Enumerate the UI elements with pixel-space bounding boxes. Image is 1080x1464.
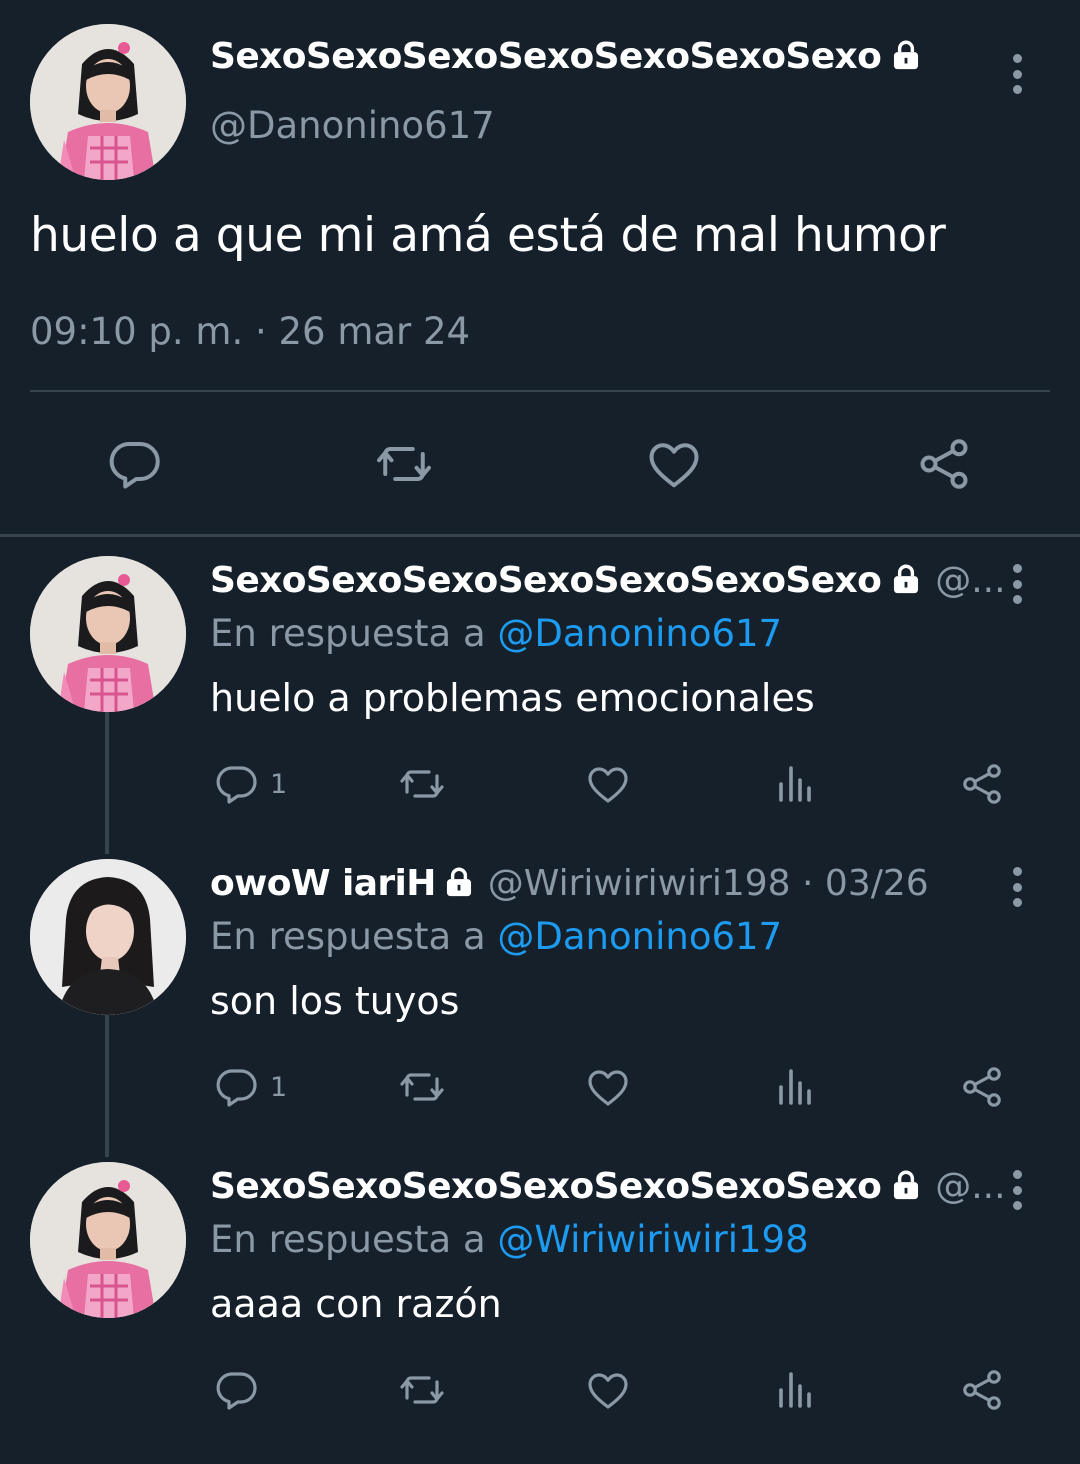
retweet-button[interactable] — [398, 1366, 446, 1414]
lock-icon — [889, 38, 923, 72]
avatar-photo-dark-hair — [30, 859, 186, 1015]
retweet-button[interactable] — [374, 434, 434, 494]
reply-text: huelo a problemas emocionales — [210, 676, 815, 720]
avatar[interactable] — [30, 1162, 186, 1318]
retweet-icon — [398, 1063, 446, 1111]
reply-count: 1 — [270, 768, 288, 800]
author-name[interactable]: owoW iariH @Wiriwiriwiri198 · 03/26 — [210, 863, 929, 904]
author-name-text: SexoSexoSexoSexoSexoSexoSexo — [210, 560, 882, 601]
retweet-icon — [398, 1366, 446, 1414]
stats-icon — [771, 760, 819, 808]
divider — [30, 390, 1050, 392]
share-button[interactable] — [958, 760, 1006, 808]
main-tweet: SexoSexoSexoSexoSexoSexoSexo @Danonino61… — [0, 0, 1080, 536]
reply-to: En respuesta a @Wiriwiriwiri198 — [210, 1218, 809, 1261]
share-button[interactable] — [958, 1366, 1006, 1414]
reply-to-label: En respuesta a — [210, 1218, 486, 1261]
avatar[interactable] — [30, 859, 186, 1015]
tweet-timestamp: 09:10 p. m. · 26 mar 24 — [30, 310, 471, 353]
reply-to-label: En respuesta a — [210, 612, 486, 655]
reply-icon — [212, 760, 260, 808]
reply-to-handle-link[interactable]: @Wiriwiriwiri198 — [497, 1218, 808, 1261]
views-button[interactable] — [771, 1063, 819, 1111]
reply-button[interactable]: 1 — [212, 760, 287, 808]
like-icon — [644, 434, 704, 494]
stats-icon — [771, 1366, 819, 1414]
share-button[interactable] — [914, 434, 974, 494]
more-options-icon[interactable] — [1007, 564, 1027, 604]
reply-to-handle-link[interactable]: @Danonino617 — [497, 915, 782, 958]
reply-icon — [104, 434, 164, 494]
author-name-text: SexoSexoSexoSexoSexoSexoSexo — [210, 36, 882, 77]
like-icon — [584, 760, 632, 808]
avatar-photo-pink-outfit — [30, 1162, 186, 1318]
share-icon — [958, 1063, 1006, 1111]
like-icon — [584, 1063, 632, 1111]
more-options-icon[interactable] — [1007, 1170, 1027, 1210]
like-button[interactable] — [584, 760, 632, 808]
lock-icon — [889, 562, 923, 596]
reply-button[interactable] — [104, 434, 164, 494]
reply-tweet[interactable]: owoW iariH @Wiriwiriwiri198 · 03/26 En r… — [0, 859, 1080, 1161]
reply-tweet[interactable]: SexoSexoSexoSexoSexoSexoSexo @... En res… — [0, 1162, 1080, 1464]
author-name[interactable]: SexoSexoSexoSexoSexoSexoSexo @... — [210, 560, 1006, 601]
reply-to: En respuesta a @Danonino617 — [210, 915, 782, 958]
avatar-photo-pink-outfit — [30, 24, 186, 180]
like-button[interactable] — [584, 1063, 632, 1111]
views-button[interactable] — [771, 760, 819, 808]
share-icon — [958, 1366, 1006, 1414]
retweet-button[interactable] — [398, 1063, 446, 1111]
like-button[interactable] — [644, 434, 704, 494]
author-handle: @... — [935, 1166, 1006, 1207]
reply-text: aaaa con razón — [210, 1282, 502, 1326]
author-handle: @Wiriwiriwiri198 · 03/26 — [487, 863, 929, 904]
views-button[interactable] — [771, 1366, 819, 1414]
share-icon — [914, 434, 974, 494]
like-button[interactable] — [584, 1366, 632, 1414]
section-divider — [0, 534, 1080, 537]
author-name[interactable]: SexoSexoSexoSexoSexoSexoSexo — [210, 36, 923, 77]
reply-to-handle-link[interactable]: @Danonino617 — [497, 612, 782, 655]
tweet-text: huelo a que mi amá está de mal humor — [30, 208, 946, 263]
reply-to-label: En respuesta a — [210, 915, 486, 958]
lock-icon — [889, 1168, 923, 1202]
reply-text: son los tuyos — [210, 979, 460, 1023]
reply-tweet[interactable]: SexoSexoSexoSexoSexoSexoSexo @... En res… — [0, 556, 1080, 858]
reply-icon — [212, 1063, 260, 1111]
author-name[interactable]: SexoSexoSexoSexoSexoSexoSexo @... — [210, 1166, 1006, 1207]
share-button[interactable] — [958, 1063, 1006, 1111]
lock-icon — [442, 865, 476, 899]
more-options-icon[interactable] — [1007, 867, 1027, 907]
reply-icon — [212, 1366, 260, 1414]
like-icon — [584, 1366, 632, 1414]
retweet-icon — [398, 760, 446, 808]
share-icon — [958, 760, 1006, 808]
author-name-text: owoW iariH — [210, 863, 436, 904]
stats-icon — [771, 1063, 819, 1111]
avatar[interactable] — [30, 24, 186, 180]
avatar[interactable] — [30, 556, 186, 712]
more-options-icon[interactable] — [1007, 54, 1027, 94]
avatar-photo-pink-outfit — [30, 556, 186, 712]
author-handle: @... — [935, 560, 1006, 601]
author-handle[interactable]: @Danonino617 — [210, 104, 495, 147]
retweet-button[interactable] — [398, 760, 446, 808]
reply-button[interactable]: 1 — [212, 1063, 287, 1111]
reply-to: En respuesta a @Danonino617 — [210, 612, 782, 655]
reply-button[interactable] — [212, 1366, 270, 1414]
author-name-text: SexoSexoSexoSexoSexoSexoSexo — [210, 1166, 882, 1207]
reply-count: 1 — [270, 1071, 288, 1103]
retweet-icon — [374, 434, 434, 494]
